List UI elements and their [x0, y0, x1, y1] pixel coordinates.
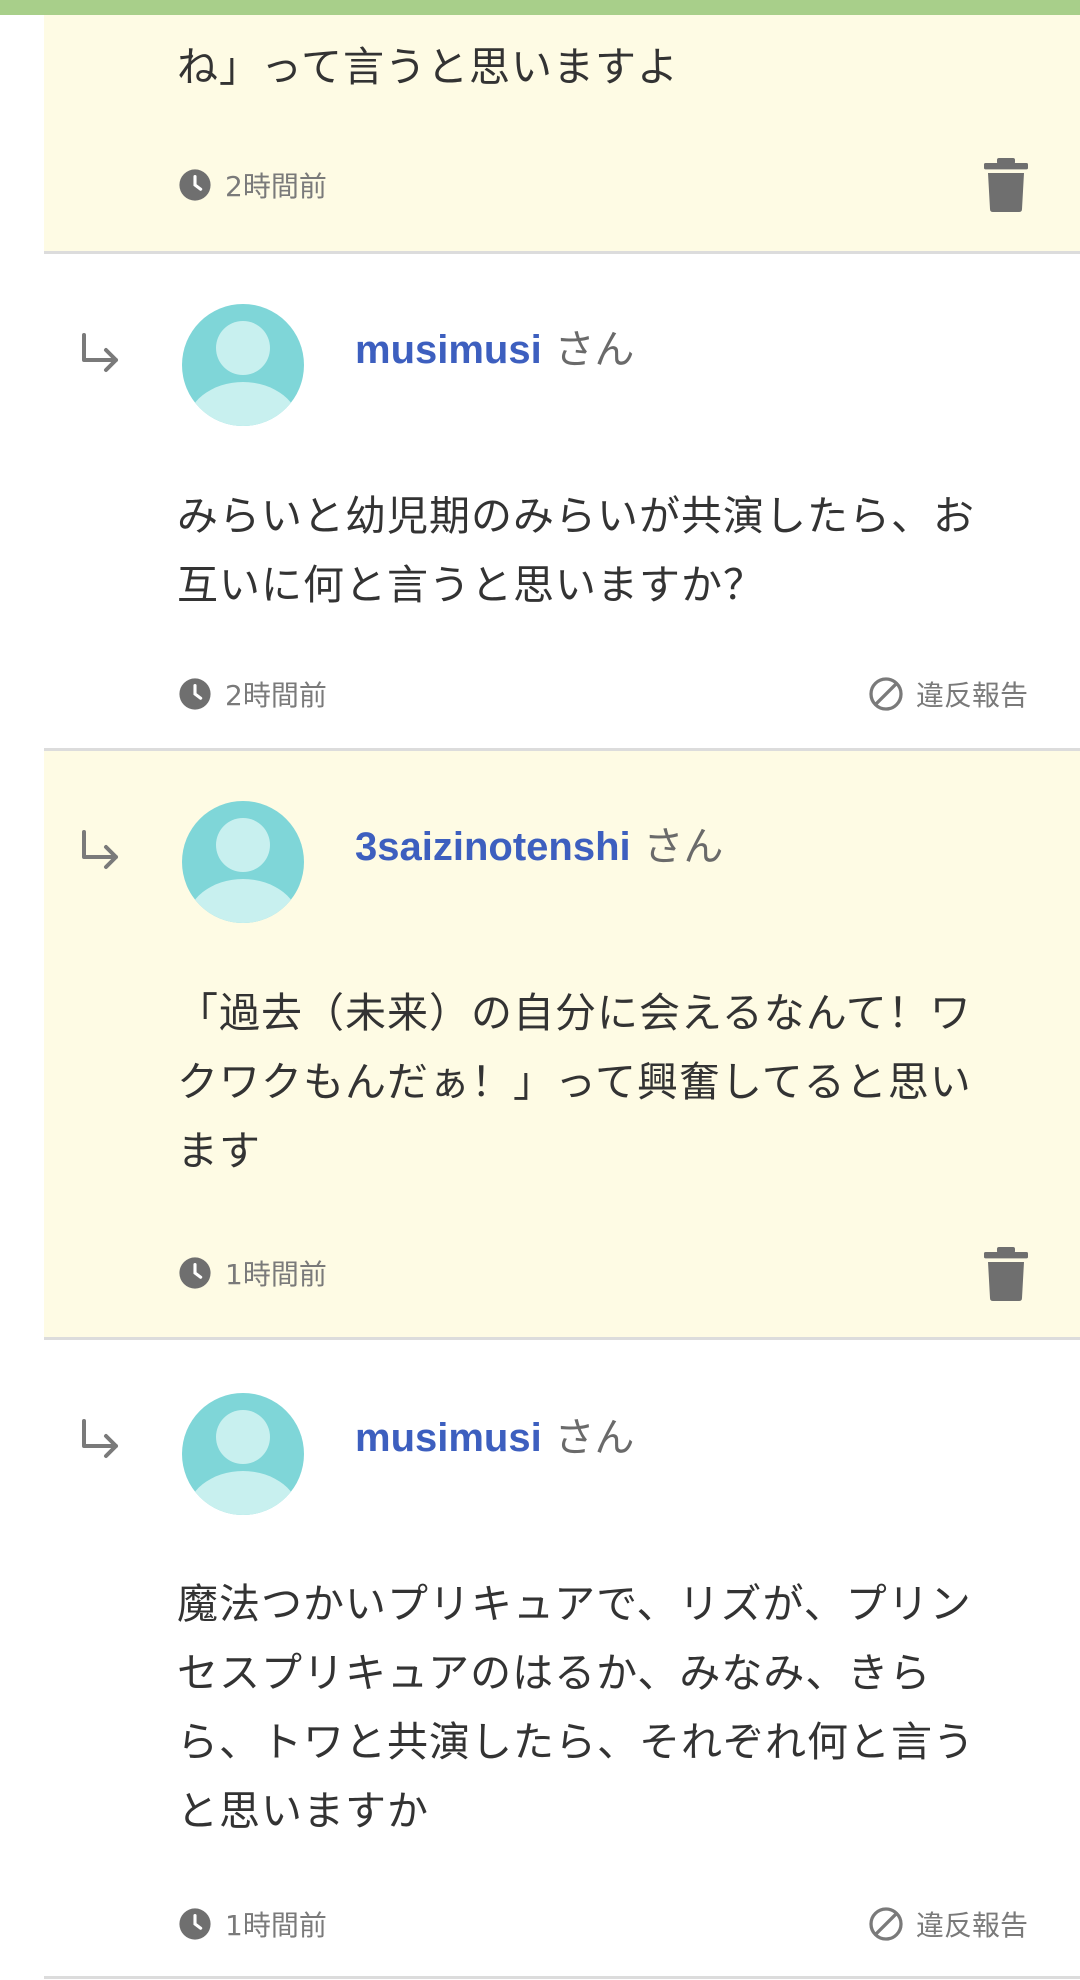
comment-text-line: ね」って言うと思いますよ [177, 43, 679, 91]
comment-author: 3saizinotenshi さん [355, 823, 723, 871]
reply-arrow-icon [82, 333, 118, 372]
comment-text-line: 「過去（未来）の自分に会えるなんて！ワ [177, 989, 972, 1037]
clock-icon [179, 1908, 211, 1940]
comment-card: musimusi さん 魔法つかいプリキュアで、リズが、プリン セスプリキュアの… [44, 1340, 1080, 1976]
avatar-head [216, 818, 270, 872]
comment-author: musimusi さん [355, 326, 634, 374]
report-button[interactable]: 違反報告 [868, 674, 1028, 714]
avatar-head [216, 1410, 270, 1464]
comment-text-line: 互いに何と言うと思いますか？ [177, 561, 765, 609]
prohibited-icon [869, 677, 903, 711]
honorific: さん [643, 824, 724, 870]
comment-text: 「過去（未来）の自分に会えるなんて！ワ クワクもんだぁ！」って興奮してると思い … [177, 979, 1057, 1186]
avatar-head [216, 321, 270, 375]
time-label: 2時間前 [225, 170, 327, 203]
time-label: 2時間前 [225, 679, 327, 712]
reply-arrow-icon [82, 1419, 118, 1458]
avatar-body [186, 1471, 300, 1515]
comment-text-line: ます [177, 1127, 261, 1175]
prohibited-icon [869, 1907, 903, 1941]
comment-card-own: 3saizinotenshi さん 「過去（未来）の自分に会えるなんて！ワ クワ… [44, 751, 1080, 1337]
divider [44, 1976, 1080, 1979]
avatar[interactable] [182, 1393, 304, 1515]
username-link[interactable]: musimusi [355, 1416, 542, 1460]
time-label: 1時間前 [225, 1909, 327, 1942]
top-status-strip [0, 0, 1080, 15]
trash-icon [984, 1247, 1028, 1301]
comment-card-own: ね」って言うと思いますよ 2時間前 [44, 15, 1080, 251]
report-button[interactable]: 違反報告 [868, 1904, 1028, 1944]
honorific: さん [554, 1415, 635, 1461]
comment-text-line: クワクもんだぁ！」って興奮してると思い [177, 1058, 972, 1106]
comment-author: musimusi さん [355, 1414, 634, 1462]
comment-text: 魔法つかいプリキュアで、リズが、プリン セスプリキュアのはるか、みなみ、きら ら… [177, 1570, 1057, 1846]
avatar-body [186, 382, 300, 426]
comment-text-line: みらいと幼児期のみらいが共演したら、お [177, 492, 975, 540]
comment-card: musimusi さん みらいと幼児期のみらいが共演したら、お 互いに何と言うと… [44, 254, 1080, 748]
time-label: 1時間前 [225, 1258, 327, 1291]
comment-timestamp: 2時間前 [178, 674, 327, 714]
delete-button[interactable] [982, 157, 1030, 213]
comment-text-line: と思いますか [177, 1787, 429, 1835]
delete-button[interactable] [982, 1246, 1030, 1302]
avatar-body [186, 879, 300, 923]
report-label: 違反報告 [916, 679, 1029, 712]
comment-text-line: ら、トワと共演したら、それぞれ何と言う [177, 1718, 975, 1766]
reply-arrow-icon [82, 830, 118, 869]
avatar[interactable] [182, 801, 304, 923]
comment-text: みらいと幼児期のみらいが共演したら、お 互いに何と言うと思いますか？ [177, 482, 1057, 620]
username-link[interactable]: musimusi [355, 328, 542, 372]
username-link[interactable]: 3saizinotenshi [355, 825, 631, 869]
comment-timestamp: 2時間前 [178, 165, 327, 205]
comment-text-line: セスプリキュアのはるか、みなみ、きら [177, 1649, 932, 1697]
trash-icon [984, 158, 1028, 212]
comment-timestamp: 1時間前 [178, 1253, 327, 1293]
avatar[interactable] [182, 304, 304, 426]
clock-icon [179, 678, 211, 710]
comment-text-line: 魔法つかいプリキュアで、リズが、プリン [177, 1580, 972, 1628]
honorific: さん [554, 327, 635, 373]
comment-text: ね」って言うと思いますよ [177, 33, 1057, 102]
report-label: 違反報告 [916, 1909, 1029, 1942]
clock-icon [179, 169, 211, 201]
comment-timestamp: 1時間前 [178, 1904, 327, 1944]
clock-icon [179, 1257, 211, 1289]
